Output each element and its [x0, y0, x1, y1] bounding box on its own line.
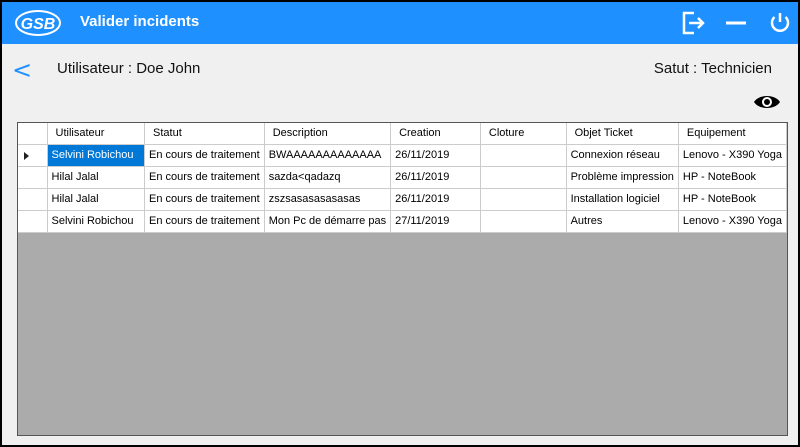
row-header-cell[interactable] [18, 144, 48, 167]
cell-description[interactable]: zszsasasasasasas [264, 188, 392, 211]
eye-icon[interactable] [752, 90, 782, 114]
cell-equipement[interactable]: HP - NoteBook [678, 166, 788, 189]
gsb-logo: GSB [15, 10, 61, 36]
table-row[interactable]: Selvini Robichou En cours de traitement … [18, 144, 788, 167]
row-header-cell[interactable] [18, 210, 48, 233]
cell-cloture[interactable] [480, 166, 567, 189]
window-title: Valider incidents [80, 13, 200, 30]
cell-utilisateur[interactable]: Selvini Robichou [47, 144, 146, 167]
role-label: Satut : Technicien [653, 60, 772, 77]
cell-utilisateur[interactable]: Hilal Jalal [47, 166, 146, 189]
column-header-objet-ticket[interactable]: Objet Ticket [566, 123, 679, 145]
cell-statut[interactable]: En cours de traitement [144, 166, 265, 189]
title-bar: GSB Valider incidents [2, 2, 798, 44]
cell-creation[interactable]: 27/11/2019 [390, 210, 481, 233]
cell-cloture[interactable] [480, 210, 567, 233]
cell-creation[interactable]: 26/11/2019 [390, 144, 481, 167]
logout-icon[interactable] [678, 9, 706, 37]
column-header-utilisateur[interactable]: Utilisateur [47, 123, 146, 145]
cell-objet-ticket[interactable]: Installation logiciel [566, 188, 679, 211]
cell-statut[interactable]: En cours de traitement [144, 144, 265, 167]
cell-cloture[interactable] [480, 188, 567, 211]
incidents-grid[interactable]: Utilisateur Statut Description Creation … [17, 122, 788, 436]
column-header-creation[interactable]: Creation [390, 123, 481, 145]
cell-creation[interactable]: 26/11/2019 [390, 188, 481, 211]
cell-objet-ticket[interactable]: Problème impression [566, 166, 679, 189]
table-row[interactable]: Hilal Jalal En cours de traitement sazda… [18, 166, 788, 189]
cell-creation[interactable]: 26/11/2019 [390, 166, 481, 189]
power-icon[interactable] [766, 9, 794, 37]
back-arrow-icon[interactable]: < [12, 54, 32, 86]
cell-equipement[interactable]: Lenovo - X390 Yoga [678, 210, 788, 233]
column-header-statut[interactable]: Statut [144, 123, 265, 145]
cell-description[interactable]: BWAAAAAAAAAAAAA [264, 144, 392, 167]
cell-statut[interactable]: En cours de traitement [144, 188, 265, 211]
user-label: Utilisateur : Doe John [57, 60, 201, 77]
column-header-equipement[interactable]: Equipement [678, 123, 788, 145]
incidents-table: Utilisateur Statut Description Creation … [18, 123, 788, 233]
cell-equipement[interactable]: HP - NoteBook [678, 188, 788, 211]
cell-utilisateur[interactable]: Hilal Jalal [47, 188, 146, 211]
cell-statut[interactable]: En cours de traitement [144, 210, 265, 233]
row-header-cell[interactable] [18, 166, 48, 189]
cell-objet-ticket[interactable]: Connexion réseau [566, 144, 679, 167]
app-window: GSB Valider incidents < Utilisateur : Do… [0, 0, 800, 447]
row-header-cell[interactable] [18, 188, 48, 211]
cell-objet-ticket[interactable]: Autres [566, 210, 679, 233]
table-header-row: Utilisateur Statut Description Creation … [18, 123, 788, 145]
minimize-icon[interactable] [722, 9, 750, 37]
corner-header-cell [18, 123, 48, 145]
table-row[interactable]: Hilal Jalal En cours de traitement zszsa… [18, 188, 788, 211]
row-pointer-icon [24, 151, 29, 160]
column-header-cloture[interactable]: Cloture [480, 123, 567, 145]
cell-utilisateur[interactable]: Selvini Robichou [47, 210, 146, 233]
table-row[interactable]: Selvini Robichou En cours de traitement … [18, 210, 788, 233]
cell-equipement[interactable]: Lenovo - X390 Yoga [678, 144, 788, 167]
column-header-description[interactable]: Description [264, 123, 392, 145]
logo-text: GSB [21, 16, 56, 33]
cell-description[interactable]: Mon Pc de démarre pas [264, 210, 392, 233]
cell-cloture[interactable] [480, 144, 567, 167]
cell-description[interactable]: sazda<qadazq [264, 166, 392, 189]
